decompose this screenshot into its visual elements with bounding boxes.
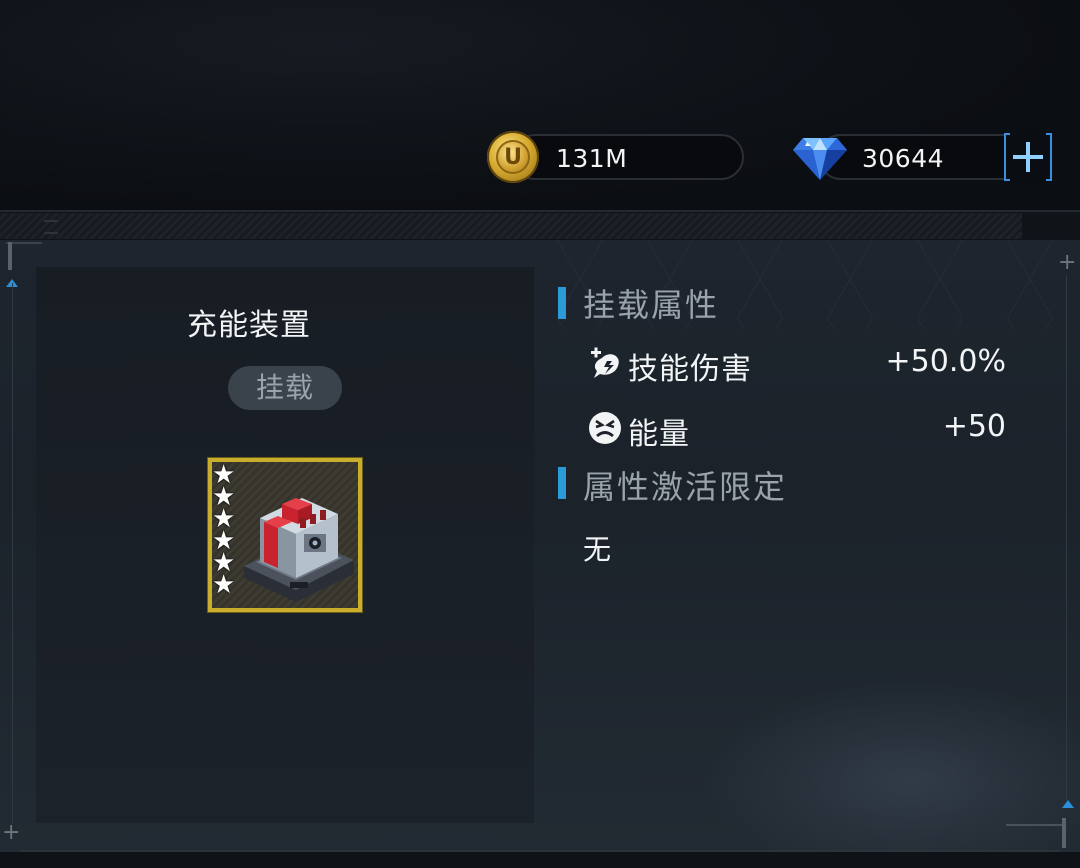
crosshair-icon: + <box>2 820 21 845</box>
coin-letter: U <box>496 140 530 174</box>
plus-icon-vertical <box>1026 142 1030 172</box>
gold-counter: 131M <box>512 134 744 180</box>
plus-icon-bracket-left <box>1004 133 1010 181</box>
game-screen: 131M U 30644 + + 充能装置 挂载 ★ ★ ★ ★ ★ ★ 挂载属… <box>0 0 1080 868</box>
gold-value: 131M <box>556 144 628 173</box>
hatch-mark <box>44 220 58 234</box>
attribute-label: 能量 <box>628 417 690 452</box>
gem-value: 30644 <box>862 144 945 173</box>
top-bar <box>0 0 1080 212</box>
attribute-value: +50.0% <box>885 344 1006 379</box>
item-icon-frame[interactable]: ★ ★ ★ ★ ★ ★ <box>208 458 362 612</box>
plus-icon-bracket-right <box>1046 133 1052 181</box>
skill-damage-icon <box>591 347 619 378</box>
star-rating: ★ ★ ★ ★ ★ ★ <box>212 462 242 600</box>
frame-corner <box>1006 824 1066 826</box>
section-accent-bar <box>558 287 566 319</box>
bottom-divider <box>20 850 1060 852</box>
equip-status-badge[interactable]: 挂载 <box>228 366 342 410</box>
gold-coin-icon: U <box>487 131 539 183</box>
background-haze <box>700 680 1080 852</box>
attribute-row: 技能伤害 +50.0% <box>588 344 1006 387</box>
attribute-row: 能量 +50 <box>588 409 1006 452</box>
mount-attributes-title: 挂载属性 <box>583 286 720 324</box>
star-icon: ★ <box>212 570 236 600</box>
hatch-strip <box>0 213 1022 239</box>
frame-line-right <box>1066 275 1067 800</box>
add-gems-button[interactable] <box>1004 133 1052 181</box>
attribute-label: 技能伤害 <box>628 352 752 387</box>
item-name: 充能装置 <box>187 308 311 343</box>
top-divider <box>0 210 1080 212</box>
frame-line-left <box>12 283 13 823</box>
diamond-icon <box>793 138 847 180</box>
charging-device-icon <box>244 498 354 602</box>
attribute-value: +50 <box>942 409 1006 444</box>
crosshair-icon: + <box>1058 250 1077 275</box>
activation-limit-value: 无 <box>583 533 612 566</box>
frame-corner-post <box>1062 818 1066 848</box>
section-accent-bar <box>558 467 566 499</box>
frame-corner-post <box>8 242 12 270</box>
energy-icon <box>589 412 621 444</box>
bottom-bar <box>0 852 1080 868</box>
triangle-marker-icon <box>1062 800 1074 808</box>
activation-limit-title: 属性激活限定 <box>583 468 788 506</box>
